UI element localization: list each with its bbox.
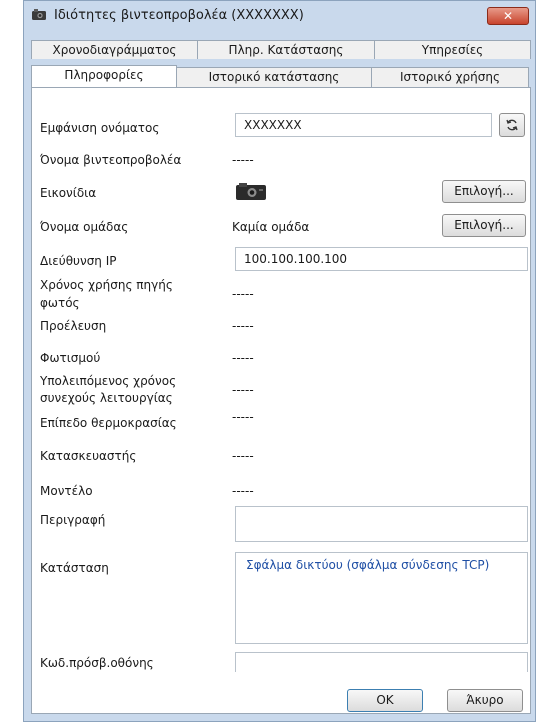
- close-button[interactable]: ✕: [487, 7, 529, 25]
- model-value: -----: [232, 484, 254, 498]
- lamp-hours-label-line1: Χρόνος χρήσης πηγής: [40, 278, 173, 292]
- group-name-value: Καμία ομάδα: [232, 220, 310, 234]
- remaining-time-label-line2: συνεχούς λειτουργίας: [40, 391, 173, 405]
- tab-row-front: Πληροφορίες Ιστορικό κατάστασης Ιστορικό…: [31, 65, 529, 88]
- ip-label: Διεύθυνση IP: [40, 254, 117, 268]
- group-select-button[interactable]: Επιλογή...: [442, 214, 526, 237]
- group-name-label: Όνομα ομάδας: [40, 220, 129, 234]
- tab-schedule[interactable]: Χρονοδιαγράμματος: [31, 40, 198, 59]
- manufacturer-label: Κατασκευαστής: [40, 449, 137, 463]
- remaining-time-label-line1: Υπολειπόμενος χρόνος: [40, 374, 177, 388]
- projector-app-icon: [32, 9, 46, 20]
- description-label: Περιγραφή: [40, 513, 106, 527]
- projector-icon: [236, 183, 266, 200]
- information-panel: Εμφάνιση ονόματος XXXXXXX Όνομα βιντεοπρ…: [31, 87, 531, 714]
- status-field: Σφάλμα δικτύου (σφάλμα σύνδεσης TCP): [235, 552, 528, 644]
- display-name-input[interactable]: XXXXXXX: [235, 113, 492, 137]
- tab-status-history[interactable]: Ιστορικό κατάστασης: [176, 67, 372, 88]
- screen-code-field[interactable]: [235, 652, 528, 672]
- tab-usage-history[interactable]: Ιστορικό χρήσης: [371, 67, 529, 88]
- tab-status-info[interactable]: Πληρ. Κατάστασης: [197, 40, 375, 59]
- icon-select-button[interactable]: Επιλογή...: [442, 180, 526, 203]
- icon-label: Εικονίδια: [40, 186, 97, 200]
- model-label: Μοντέλο: [40, 484, 93, 498]
- refresh-icon: [506, 119, 518, 131]
- window-title: Ιδιότητες βιντεοπροβολέα (XXXXXXX): [54, 8, 304, 23]
- ok-button[interactable]: OK: [347, 689, 423, 712]
- projector-name-label: Όνομα βιντεοπροβολέα: [40, 153, 182, 167]
- manufacturer-value: -----: [232, 449, 254, 463]
- remaining-time-value: -----: [232, 383, 254, 397]
- lighting-label: Φωτισμού: [40, 351, 101, 365]
- properties-window: Ιδιότητες βιντεοπροβολέα (XXXXXXX) ✕ Χρο…: [23, 0, 536, 722]
- screen-code-label: Κωδ.πρόσβ.οθόνης: [40, 656, 154, 670]
- title-bar: Ιδιότητες βιντεοπροβολέα (XXXXXXX) ✕: [24, 1, 535, 29]
- display-name-label: Εμφάνιση ονόματος: [40, 121, 160, 135]
- close-icon: ✕: [502, 9, 514, 23]
- tab-row-back: Χρονοδιαγράμματος Πληρ. Κατάστασης Υπηρε…: [31, 40, 531, 59]
- projector-name-value: -----: [232, 153, 254, 167]
- lamp-hours-value: -----: [232, 287, 254, 301]
- source-label: Προέλευση: [40, 319, 107, 333]
- temperature-label: Επίπεδο θερμοκρασίας: [40, 416, 177, 430]
- cancel-button[interactable]: Άκυρο: [447, 689, 523, 712]
- temperature-value: -----: [232, 410, 254, 424]
- tab-information[interactable]: Πληροφορίες: [31, 65, 177, 88]
- lighting-value: -----: [232, 351, 254, 365]
- source-value: -----: [232, 319, 254, 333]
- status-label: Κατάσταση: [40, 561, 109, 575]
- lamp-hours-label-line2: φωτός: [40, 296, 80, 310]
- refresh-button[interactable]: [499, 113, 525, 137]
- tab-services[interactable]: Υπηρεσίες: [374, 40, 531, 59]
- description-field[interactable]: [235, 506, 528, 542]
- status-message: Σφάλμα δικτύου (σφάλμα σύνδεσης TCP): [246, 558, 490, 572]
- ip-address-field[interactable]: 100.100.100.100: [235, 247, 528, 271]
